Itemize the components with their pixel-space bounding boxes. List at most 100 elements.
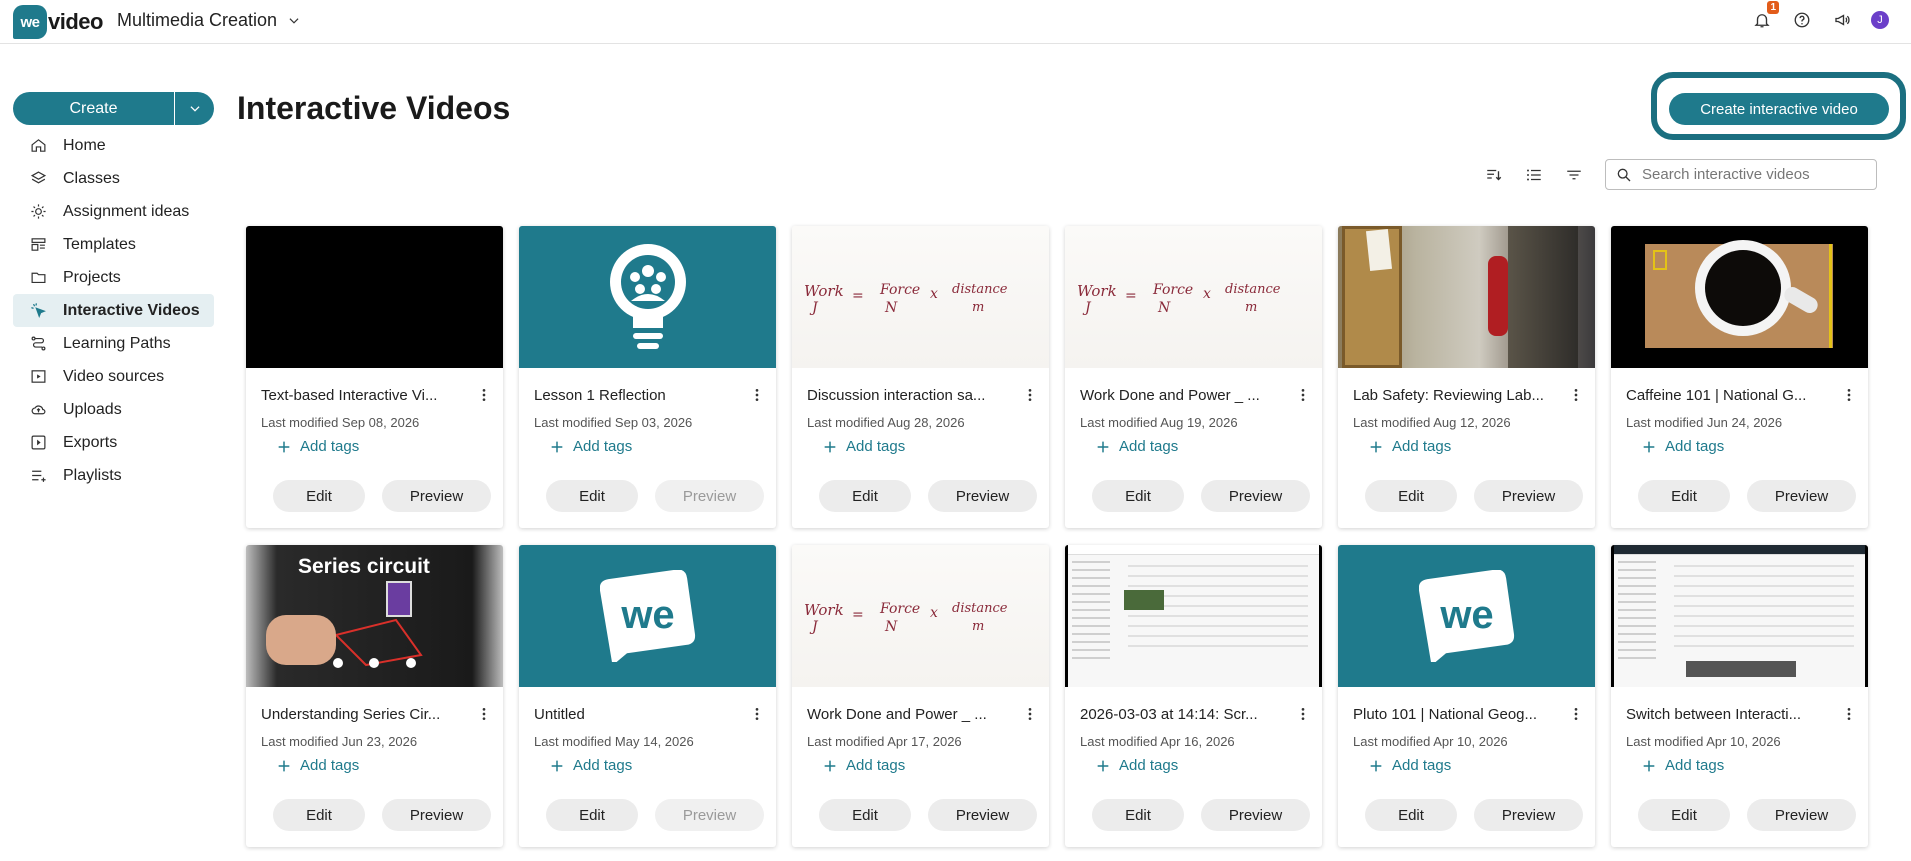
more-options-button[interactable] — [475, 705, 493, 723]
sidebar-item-playlists[interactable]: Playlists — [13, 459, 214, 492]
sidebar-item-uploads[interactable]: Uploads — [13, 393, 214, 426]
video-title[interactable]: Work Done and Power _ ... — [1080, 387, 1285, 404]
sidebar-item-video-sources[interactable]: Video sources — [13, 360, 214, 393]
video-title[interactable]: Discussion interaction sa... — [807, 387, 1012, 404]
video-thumbnail[interactable]: Series circuit — [246, 545, 503, 687]
more-options-button[interactable] — [1840, 386, 1858, 404]
add-tags-button[interactable]: Add tags — [549, 757, 632, 774]
preview-button[interactable]: Preview — [382, 480, 491, 512]
video-thumbnail[interactable]: Work J = Force Nx distance m — [1065, 226, 1322, 368]
add-tags-button[interactable]: Add tags — [822, 757, 905, 774]
add-tags-button[interactable]: Add tags — [1641, 438, 1724, 455]
video-card[interactable]: Work J = Force Nx distance m Work Done and Powe… — [1065, 226, 1322, 528]
preview-button[interactable]: Preview — [382, 799, 491, 831]
preview-button[interactable]: Preview — [1474, 480, 1583, 512]
more-options-button[interactable] — [1567, 386, 1585, 404]
video-thumbnail[interactable] — [1065, 545, 1322, 687]
add-tags-button[interactable]: Add tags — [1095, 438, 1178, 455]
more-options-button[interactable] — [475, 386, 493, 404]
workspace-selector[interactable]: Multimedia Creation — [117, 10, 301, 31]
more-options-button[interactable] — [748, 386, 766, 404]
edit-button[interactable]: Edit — [1092, 480, 1184, 512]
sidebar-item-interactive-videos[interactable]: Interactive Videos — [13, 294, 214, 327]
preview-button[interactable]: Preview — [1201, 480, 1310, 512]
edit-button[interactable]: Edit — [546, 480, 638, 512]
sidebar-item-home[interactable]: Home — [13, 129, 214, 162]
video-thumbnail[interactable] — [1611, 545, 1868, 687]
video-title[interactable]: Lesson 1 Reflection — [534, 387, 739, 404]
more-options-button[interactable] — [1840, 705, 1858, 723]
video-card[interactable]: Switch between Interacti... Last modified… — [1611, 545, 1868, 847]
preview-button[interactable]: Preview — [1474, 799, 1583, 831]
add-tags-button[interactable]: Add tags — [822, 438, 905, 455]
edit-button[interactable]: Edit — [819, 799, 911, 831]
more-options-button[interactable] — [1294, 705, 1312, 723]
edit-button[interactable]: Edit — [1638, 799, 1730, 831]
sidebar-item-projects[interactable]: Projects — [13, 261, 214, 294]
edit-button[interactable]: Edit — [546, 799, 638, 831]
video-title[interactable]: Understanding Series Cir... — [261, 706, 466, 723]
add-tags-button[interactable]: Add tags — [1368, 438, 1451, 455]
sidebar-item-classes[interactable]: Classes — [13, 162, 214, 195]
video-card[interactable]: we Untitled Last modified May 14, 2026 Add … — [519, 545, 776, 847]
preview-button[interactable]: Preview — [1201, 799, 1310, 831]
add-tags-button[interactable]: Add tags — [1641, 757, 1724, 774]
video-card[interactable]: Caffeine 101 | National G... Last modifie… — [1611, 226, 1868, 528]
add-tags-button[interactable]: Add tags — [1095, 757, 1178, 774]
video-title[interactable]: Lab Safety: Reviewing Lab... — [1353, 387, 1558, 404]
video-card[interactable]: Lesson 1 Reflection Last modified Sep 03,… — [519, 226, 776, 528]
add-tags-button[interactable]: Add tags — [1368, 757, 1451, 774]
video-thumbnail[interactable] — [1338, 226, 1595, 368]
edit-button[interactable]: Edit — [1638, 480, 1730, 512]
video-thumbnail[interactable] — [1611, 226, 1868, 368]
video-title[interactable]: Pluto 101 | National Geog... — [1353, 706, 1558, 723]
create-menu-toggle[interactable] — [174, 92, 214, 125]
edit-button[interactable]: Edit — [273, 480, 365, 512]
video-card[interactable]: Work J = Force Nx distance m Work Done and Powe… — [792, 545, 1049, 847]
video-title[interactable]: Work Done and Power _ ... — [807, 706, 1012, 723]
create-interactive-video-button[interactable]: Create interactive video — [1669, 93, 1889, 125]
edit-button[interactable]: Edit — [819, 480, 911, 512]
create-button[interactable]: Create — [13, 92, 174, 125]
sidebar-item-templates[interactable]: Templates — [13, 228, 214, 261]
more-options-button[interactable] — [1021, 386, 1039, 404]
video-card[interactable]: Series circuit Understanding Series Cir..… — [246, 545, 503, 847]
preview-button[interactable]: Preview — [1747, 799, 1856, 831]
more-options-button[interactable] — [1294, 386, 1312, 404]
edit-button[interactable]: Edit — [1365, 480, 1457, 512]
edit-button[interactable]: Edit — [1092, 799, 1184, 831]
video-thumbnail[interactable]: we — [519, 545, 776, 687]
video-card[interactable]: Lab Safety: Reviewing Lab... Last modifie… — [1338, 226, 1595, 528]
video-thumbnail[interactable] — [519, 226, 776, 368]
more-options-button[interactable] — [1021, 705, 1039, 723]
filter-button[interactable] — [1564, 165, 1584, 185]
more-options-button[interactable] — [748, 705, 766, 723]
announcements-button[interactable] — [1831, 9, 1853, 31]
video-card[interactable]: we Pluto 101 | National Geog... Last modif… — [1338, 545, 1595, 847]
video-card[interactable]: Work J = Force Nx distance m Discussion interac… — [792, 226, 1049, 528]
more-options-button[interactable] — [1567, 705, 1585, 723]
list-view-button[interactable] — [1524, 165, 1544, 185]
sidebar-item-exports[interactable]: Exports — [13, 426, 214, 459]
edit-button[interactable]: Edit — [273, 799, 365, 831]
video-card[interactable]: Text-based Interactive Vi... Last modifie… — [246, 226, 503, 528]
video-thumbnail[interactable] — [246, 226, 503, 368]
add-tags-button[interactable]: Add tags — [276, 757, 359, 774]
video-thumbnail[interactable]: we — [1338, 545, 1595, 687]
video-card[interactable]: 2026-03-03 at 14:14: Scr... Last modified… — [1065, 545, 1322, 847]
preview-button[interactable]: Preview — [928, 799, 1037, 831]
notifications-button[interactable]: 1 — [1751, 1, 1779, 31]
sidebar-item-assignment-ideas[interactable]: Assignment ideas — [13, 195, 214, 228]
search-input[interactable] — [1642, 166, 1862, 183]
video-title[interactable]: Text-based Interactive Vi... — [261, 387, 466, 404]
avatar[interactable]: J — [1871, 11, 1889, 29]
sidebar-item-learning-paths[interactable]: Learning Paths — [13, 327, 214, 360]
video-thumbnail[interactable]: Work J = Force Nx distance m — [792, 226, 1049, 368]
help-button[interactable] — [1791, 9, 1813, 31]
preview-button[interactable]: Preview — [1747, 480, 1856, 512]
video-title[interactable]: Caffeine 101 | National G... — [1626, 387, 1831, 404]
video-title[interactable]: 2026-03-03 at 14:14: Scr... — [1080, 706, 1285, 723]
video-thumbnail[interactable]: Work J = Force Nx distance m — [792, 545, 1049, 687]
preview-button[interactable]: Preview — [928, 480, 1037, 512]
add-tags-button[interactable]: Add tags — [549, 438, 632, 455]
